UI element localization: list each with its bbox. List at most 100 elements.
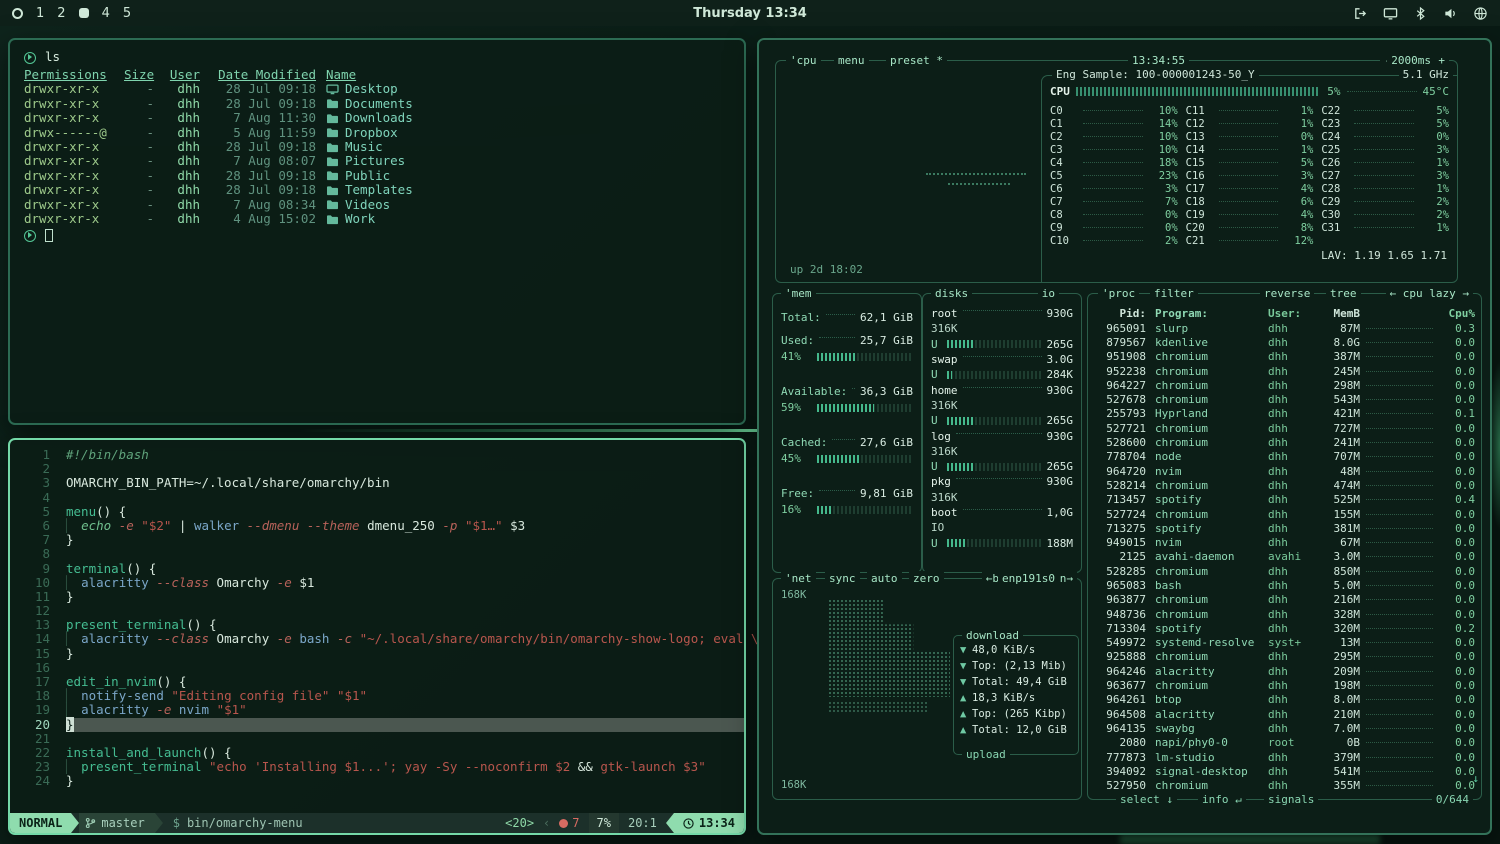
file-name[interactable]: Templates bbox=[345, 183, 413, 197]
mem-box-title[interactable]: 'mem bbox=[781, 286, 816, 301]
bluetooth-icon[interactable] bbox=[1413, 6, 1428, 21]
editor-buffer[interactable]: 1#!/bin/bash23OMARCHY_BIN_PATH=~/.local/… bbox=[10, 440, 744, 789]
logout-icon[interactable] bbox=[1353, 6, 1368, 21]
file-permissions: drwxr-xr-x bbox=[24, 97, 124, 111]
process-row[interactable]: 952238chromiumdhh245M0.0 bbox=[1094, 364, 1475, 378]
io-mode-button[interactable]: io bbox=[1038, 286, 1059, 301]
wallpaper-horizon-glow bbox=[300, 429, 757, 432]
filter-button[interactable]: filter bbox=[1150, 286, 1198, 301]
code-segment bbox=[201, 759, 209, 774]
tree-button[interactable]: tree bbox=[1326, 286, 1361, 301]
workspace-1[interactable]: 1 bbox=[36, 6, 44, 21]
net-zero-button[interactable]: zero bbox=[909, 571, 944, 586]
header-pid[interactable]: Pid: bbox=[1094, 307, 1146, 320]
disks-box-title[interactable]: disks bbox=[931, 286, 972, 301]
proc-box: 'proc filter reverse tree ← cpu lazy → P… bbox=[1087, 293, 1482, 800]
process-row[interactable]: 528285chromiumdhh850M0.0 bbox=[1094, 564, 1475, 578]
process-row[interactable]: 963877chromiumdhh216M0.0 bbox=[1094, 593, 1475, 607]
sort-column-selector[interactable]: ← cpu lazy → bbox=[1386, 286, 1473, 301]
file-name[interactable]: Dropbox bbox=[345, 126, 398, 140]
process-row[interactable]: 777873lm-studiodhh379M0.0 bbox=[1094, 750, 1475, 764]
process-row[interactable]: 713275spotifydhh381M0.0 bbox=[1094, 521, 1475, 535]
editor-window[interactable]: 1#!/bin/bash23OMARCHY_BIN_PATH=~/.local/… bbox=[8, 438, 746, 835]
process-cpu: 0.0 bbox=[1439, 508, 1475, 521]
interval-plus-button[interactable]: + bbox=[1434, 53, 1449, 68]
file-name[interactable]: Work bbox=[345, 212, 375, 226]
process-name: spotify bbox=[1146, 522, 1264, 535]
process-cpu-graph bbox=[1366, 599, 1433, 600]
file-name[interactable]: Music bbox=[345, 140, 383, 154]
cpu-box-title[interactable]: 'cpu bbox=[786, 53, 821, 68]
process-row[interactable]: 527724chromiumdhh155M0.0 bbox=[1094, 507, 1475, 521]
code-segment bbox=[457, 518, 465, 533]
process-row[interactable]: 549972systemd-resolvesyst+13M0.0 bbox=[1094, 636, 1475, 650]
workspace-occupied-icon[interactable] bbox=[79, 8, 89, 18]
terminal-ls-window[interactable]: ls Permissions Size User Date Modified N… bbox=[8, 38, 746, 425]
process-row[interactable]: 963677chromiumdhh198M0.0 bbox=[1094, 678, 1475, 692]
reverse-button[interactable]: reverse bbox=[1260, 286, 1314, 301]
disk-activity: 316K bbox=[931, 491, 958, 504]
net-box-title[interactable]: 'net bbox=[781, 571, 816, 586]
process-row[interactable]: 528214chromiumdhh474M0.0 bbox=[1094, 478, 1475, 492]
proc-box-title[interactable]: 'proc bbox=[1098, 286, 1139, 301]
process-row[interactable]: 255793Hyprlanddhh421M0.1 bbox=[1094, 407, 1475, 421]
disk-entry-header: root930G bbox=[931, 306, 1073, 321]
process-pid: 963677 bbox=[1094, 679, 1146, 692]
footer-signals[interactable]: signals bbox=[1264, 792, 1318, 807]
core-percent: 2% bbox=[1419, 209, 1449, 221]
file-name[interactable]: Desktop bbox=[345, 82, 398, 96]
process-row[interactable]: 2080napi/phy0-0root0B0.0 bbox=[1094, 736, 1475, 750]
process-row[interactable]: 951908chromiumdhh387M0.0 bbox=[1094, 350, 1475, 364]
process-row[interactable]: 925888chromiumdhh295M0.0 bbox=[1094, 650, 1475, 664]
process-row[interactable]: 964227chromiumdhh298M0.0 bbox=[1094, 378, 1475, 392]
file-name[interactable]: Pictures bbox=[345, 154, 405, 168]
net-sync-button[interactable]: sync bbox=[825, 571, 860, 586]
volume-icon[interactable] bbox=[1443, 6, 1458, 21]
footer-info[interactable]: info ↵ bbox=[1198, 792, 1246, 807]
disk-meter-fill bbox=[947, 417, 975, 425]
workspace-active-icon[interactable] bbox=[12, 8, 23, 19]
process-row[interactable]: 778704nodedhh707M0.0 bbox=[1094, 450, 1475, 464]
workspace-5[interactable]: 5 bbox=[123, 6, 131, 21]
process-row[interactable]: 964508alacrittydhh210M0.0 bbox=[1094, 707, 1475, 721]
file-size: - bbox=[124, 183, 154, 197]
workspace-2[interactable]: 2 bbox=[57, 6, 65, 21]
process-row[interactable]: 949015nvimdhh67M0.0 bbox=[1094, 535, 1475, 549]
process-row[interactable]: 527678chromiumdhh543M0.0 bbox=[1094, 392, 1475, 406]
process-row[interactable]: 948736chromiumdhh328M0.0 bbox=[1094, 607, 1475, 621]
file-name[interactable]: Videos bbox=[345, 198, 390, 212]
process-row[interactable]: 965091slurpdhh87M0.3 bbox=[1094, 321, 1475, 335]
file-name[interactable]: Documents bbox=[345, 97, 413, 111]
process-row[interactable]: 965083bashdhh5.0M0.0 bbox=[1094, 578, 1475, 592]
footer-select[interactable]: select ↓ bbox=[1116, 792, 1177, 807]
process-row[interactable]: 964135swaybgdhh7.0M0.0 bbox=[1094, 721, 1475, 735]
terminal-cursor-line[interactable] bbox=[24, 228, 730, 243]
header-memb[interactable]: MemB bbox=[1314, 307, 1360, 320]
process-row[interactable]: 879567kdenlivedhh8.0G0.0 bbox=[1094, 335, 1475, 349]
process-row[interactable]: 964720nvimdhh48M0.0 bbox=[1094, 464, 1475, 478]
workspace-4[interactable]: 4 bbox=[102, 6, 110, 21]
process-row[interactable]: 528600chromiumdhh241M0.0 bbox=[1094, 435, 1475, 449]
process-row[interactable]: 713304spotifydhh320M0.2 bbox=[1094, 621, 1475, 635]
iface-next-button[interactable]: n→ bbox=[1056, 571, 1077, 586]
btop-window[interactable]: 'cpu menu preset * 13:34:55 - 2000ms + u… bbox=[757, 38, 1492, 835]
process-row[interactable]: 964261btopdhh8.0M0.0 bbox=[1094, 693, 1475, 707]
process-row[interactable]: 527721chromiumdhh727M0.0 bbox=[1094, 421, 1475, 435]
register-indicator: <20> bbox=[505, 816, 534, 830]
menu-button[interactable]: menu bbox=[834, 53, 869, 68]
header-program[interactable]: Program: bbox=[1146, 307, 1264, 320]
process-row[interactable]: 527950chromiumdhh355M0.0 bbox=[1094, 779, 1475, 793]
process-row[interactable]: 713457spotifydhh525M0.4 bbox=[1094, 493, 1475, 507]
display-icon[interactable] bbox=[1383, 6, 1398, 21]
preset-button[interactable]: preset * bbox=[886, 53, 947, 68]
process-row[interactable]: 394092signal-desktopdhh541M0.0 bbox=[1094, 764, 1475, 778]
header-cpu[interactable]: Cpu% bbox=[1439, 307, 1475, 320]
scroll-down-icon[interactable]: ↓ bbox=[1472, 772, 1479, 785]
globe-icon[interactable] bbox=[1473, 6, 1488, 21]
net-auto-button[interactable]: auto bbox=[867, 571, 902, 586]
header-user[interactable]: User: bbox=[1264, 307, 1314, 320]
file-name[interactable]: Public bbox=[345, 169, 390, 183]
process-row[interactable]: 964246alacrittydhh209M0.0 bbox=[1094, 664, 1475, 678]
process-row[interactable]: 2125avahi-daemonavahi3.0M0.0 bbox=[1094, 550, 1475, 564]
file-name[interactable]: Downloads bbox=[345, 111, 413, 125]
